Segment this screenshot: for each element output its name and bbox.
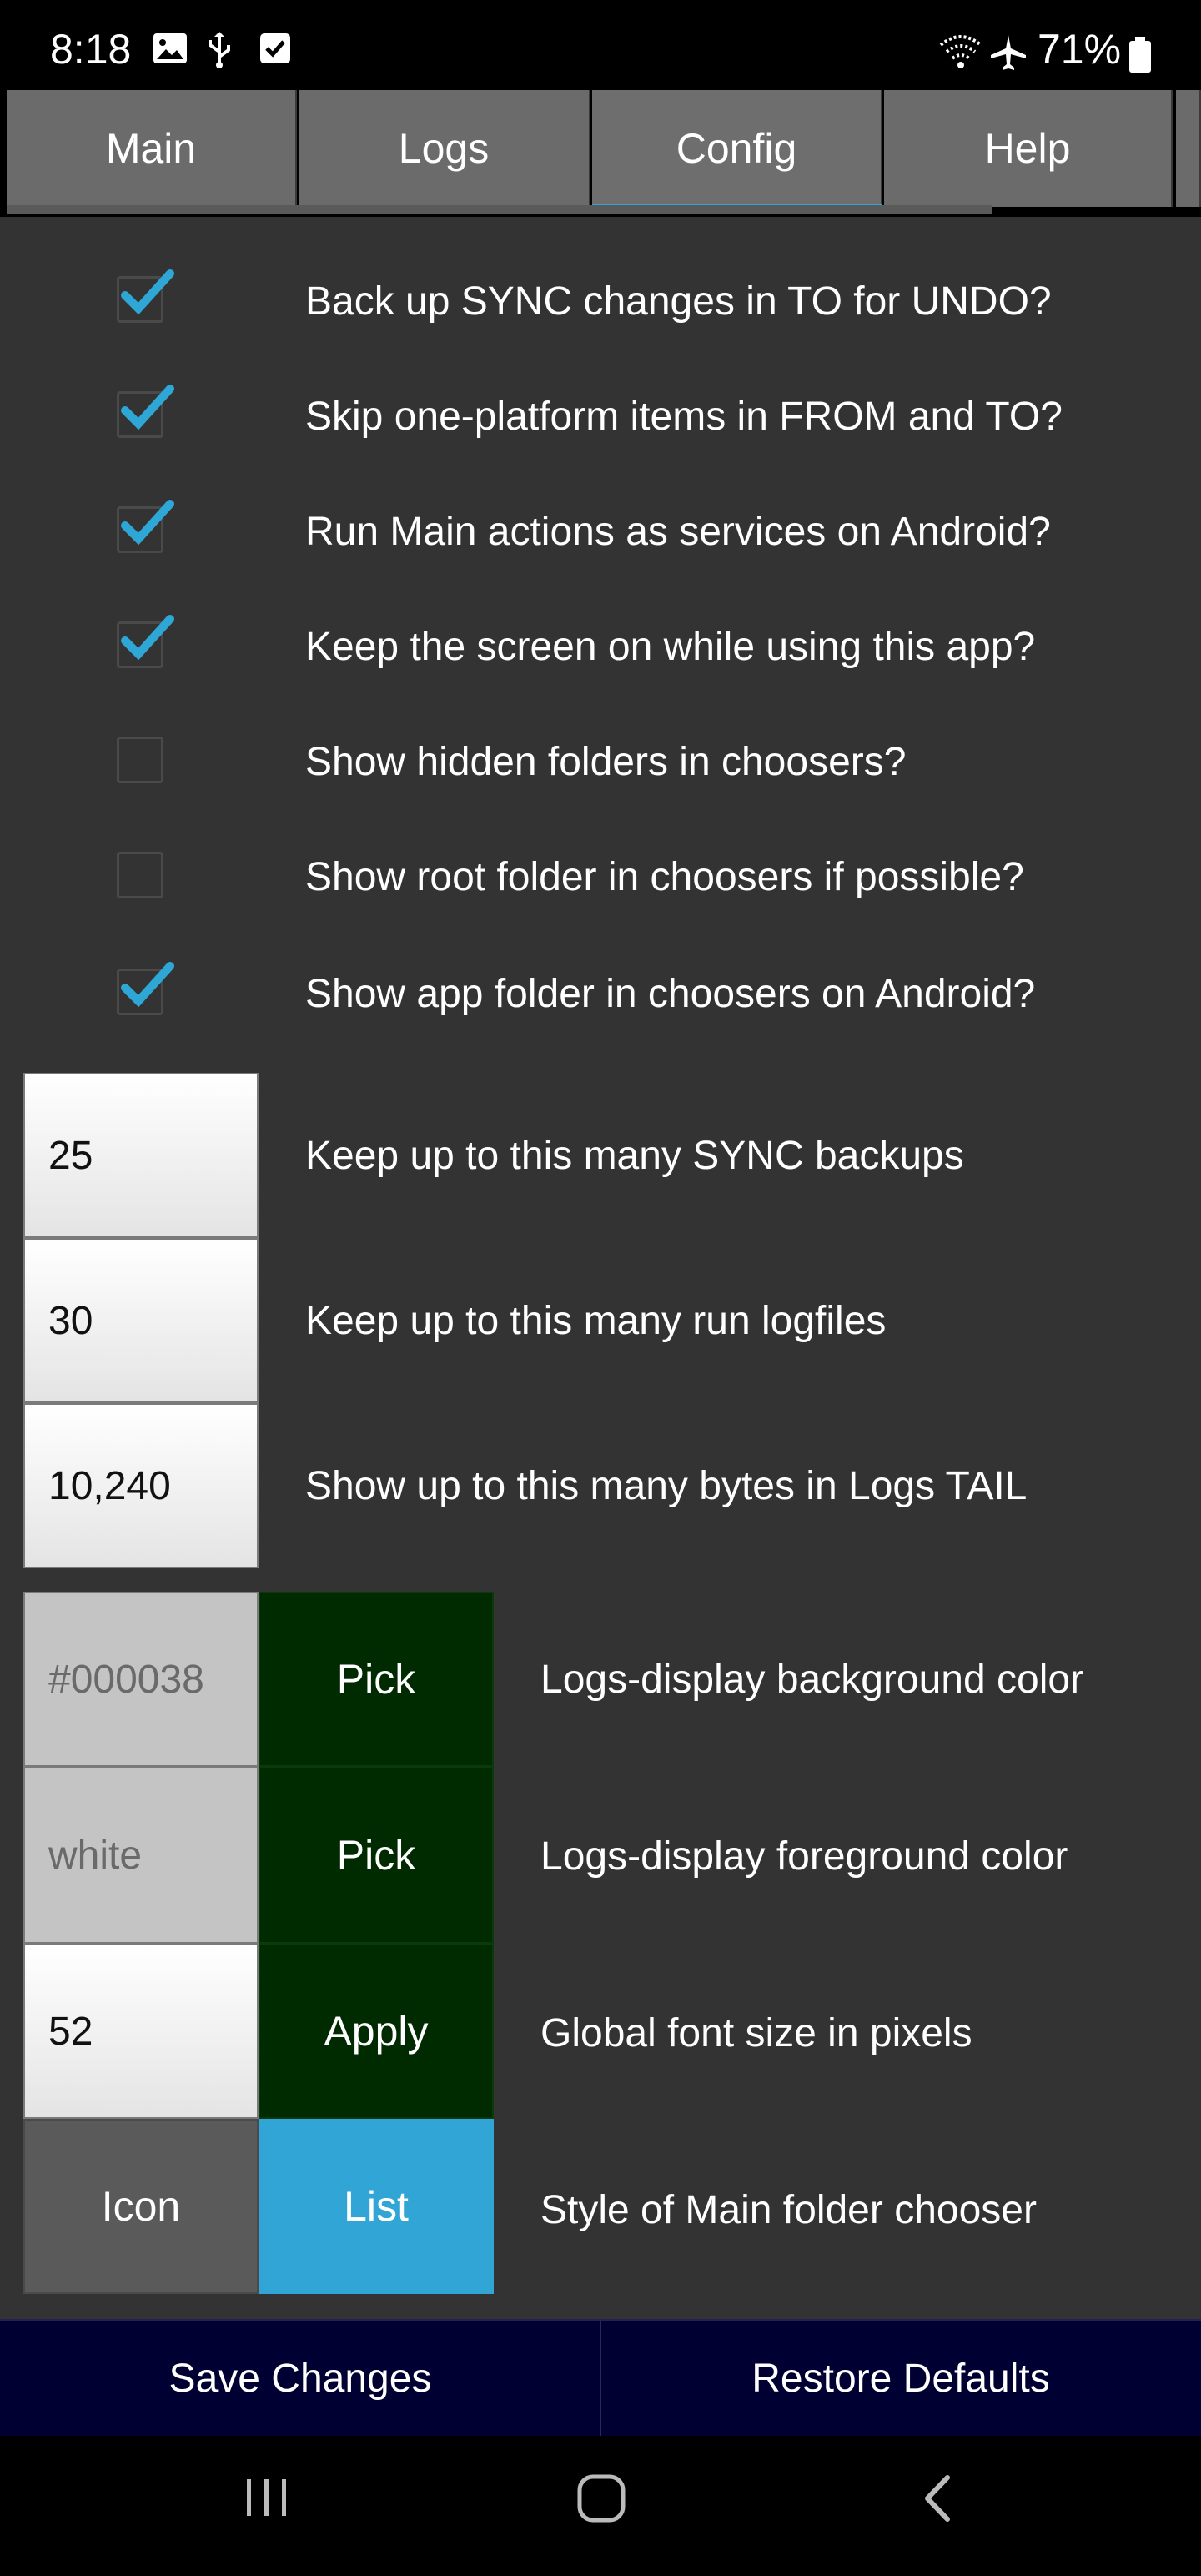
option-row-show-app-folder[interactable]: Show app folder in choosers on Android? — [0, 934, 1201, 1049]
battery-percent: 71% — [1038, 26, 1122, 73]
option-row-show-hidden-folders[interactable]: Show hidden folders in choosers? — [0, 702, 1201, 818]
tab-config[interactable]: Config — [592, 90, 882, 207]
option-row-run-as-services[interactable]: Run Main actions as services on Android? — [0, 472, 1201, 587]
save-changes-button[interactable]: Save Changes — [0, 2321, 600, 2436]
tab-main[interactable]: Main — [7, 90, 297, 207]
run-logfiles-label: Keep up to this many run logfiles — [305, 1299, 887, 1343]
battery-icon — [1129, 37, 1151, 73]
option-label: Show root folder in choosers if possible… — [305, 855, 1024, 899]
tail-bytes-input[interactable]: 10,240 — [23, 1403, 259, 1568]
tab-scroll-indicator — [7, 205, 992, 214]
checkmark-icon — [121, 615, 174, 661]
usb-icon — [209, 32, 230, 68]
sync-backups-label: Keep up to this many SYNC backups — [305, 1134, 964, 1178]
checkmark-icon — [121, 385, 174, 430]
checkbox[interactable] — [117, 737, 163, 783]
airplane-icon — [991, 35, 1026, 70]
logs-background-color-label: Logs-display background color — [540, 1658, 1084, 1702]
checkbox-notification-icon — [260, 33, 290, 63]
option-label: Show app folder in choosers on Android? — [305, 972, 1036, 1016]
pick-background-color-button[interactable]: Pick — [259, 1592, 494, 1767]
image-icon — [153, 33, 187, 63]
option-label: Show hidden folders in choosers? — [305, 740, 907, 784]
status-bar: 8:18 71% — [0, 0, 1201, 90]
option-label: Skip one-platform items in FROM and TO? — [305, 395, 1063, 439]
option-label: Back up SYNC changes in TO for UNDO? — [305, 279, 1052, 324]
sync-backups-input[interactable]: 25 — [23, 1073, 259, 1238]
font-size-input[interactable]: 52 — [23, 1944, 259, 2119]
apply-font-size-button[interactable]: Apply — [259, 1944, 494, 2119]
restore-defaults-button[interactable]: Restore Defaults — [600, 2321, 1201, 2436]
run-logfiles-input[interactable]: 30 — [23, 1238, 259, 1403]
tab-bar: Main Logs Config Help — [0, 90, 1201, 217]
tab-overflow[interactable] — [1176, 90, 1201, 207]
chooser-style-list-button[interactable]: List — [259, 2119, 494, 2294]
option-label: Run Main actions as services on Android? — [305, 510, 1051, 554]
option-row-show-root-folder[interactable]: Show root folder in choosers if possible… — [0, 818, 1201, 933]
recent-apps-icon[interactable] — [242, 2473, 292, 2523]
home-icon[interactable] — [575, 2473, 627, 2524]
bottom-action-bar: Save Changes Restore Defaults — [0, 2319, 1201, 2436]
logs-foreground-color-input[interactable]: white — [23, 1767, 259, 1944]
checkmark-icon — [121, 500, 174, 546]
option-row-keep-screen-on[interactable]: Keep the screen on while using this app? — [0, 587, 1201, 702]
back-icon[interactable] — [917, 2473, 959, 2524]
status-time: 8:18 — [50, 26, 132, 73]
chooser-style-icon-button[interactable]: Icon — [23, 2119, 259, 2294]
checkbox[interactable] — [117, 852, 163, 898]
tab-logs[interactable]: Logs — [299, 90, 590, 207]
logs-background-color-input[interactable]: #000038 — [23, 1592, 259, 1767]
chooser-style-label: Style of Main folder chooser — [540, 2188, 1037, 2232]
checkmark-icon — [121, 962, 174, 1008]
wifi-icon — [939, 35, 982, 68]
system-navigation-bar — [0, 2436, 1201, 2576]
checkmark-icon — [121, 269, 174, 315]
tail-bytes-label: Show up to this many bytes in Logs TAIL — [305, 1464, 1028, 1508]
pick-foreground-color-button[interactable]: Pick — [259, 1767, 494, 1944]
font-size-label: Global font size in pixels — [540, 2011, 972, 2055]
option-row-skip-one-platform[interactable]: Skip one-platform items in FROM and TO? — [0, 357, 1201, 472]
logs-foreground-color-label: Logs-display foreground color — [540, 1834, 1068, 1879]
option-row-backup-undo[interactable]: Back up SYNC changes in TO for UNDO? — [0, 242, 1201, 357]
option-label: Keep the screen on while using this app? — [305, 625, 1036, 669]
tab-help[interactable]: Help — [884, 90, 1173, 207]
